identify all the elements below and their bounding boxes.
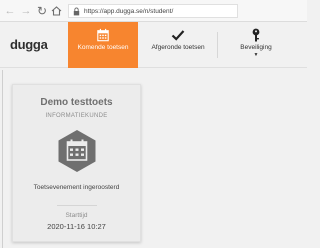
tab-security-label: Beveiliging bbox=[240, 44, 272, 51]
test-subject: INFORMATIEKUNDE bbox=[45, 113, 108, 119]
start-time-label: Starttijd bbox=[65, 212, 88, 219]
test-status: Toetsevenement ingeroosterd bbox=[33, 184, 120, 191]
divider bbox=[57, 205, 97, 206]
key-icon bbox=[252, 28, 260, 42]
chevron-down-icon: ▼ bbox=[253, 52, 259, 58]
app-header: dugga Komende toetsen Afgeronde toetsen bbox=[0, 22, 307, 68]
tab-completed-tests[interactable]: Afgeronde toetsen bbox=[140, 22, 216, 68]
forward-arrow-icon[interactable]: → bbox=[20, 3, 32, 19]
reload-icon[interactable]: ↻ bbox=[36, 3, 48, 19]
dugga-logo[interactable]: dugga bbox=[10, 37, 48, 52]
test-title: Demo testtoets bbox=[40, 97, 113, 108]
tab-security[interactable]: Beveiliging ▼ bbox=[218, 22, 294, 68]
calendar-icon bbox=[97, 28, 109, 42]
url-text: https://app.dugga.se/n/student/ bbox=[84, 8, 174, 15]
tab-upcoming-tests[interactable]: Komende toetsen bbox=[68, 22, 138, 68]
tab-completed-tests-label: Afgeronde toetsen bbox=[151, 44, 205, 51]
test-card[interactable]: Demo testtoets INFORMATIEKUNDE Toetseven… bbox=[12, 84, 141, 242]
tab-upcoming-tests-label: Komende toetsen bbox=[77, 44, 129, 51]
back-arrow-icon[interactable]: ← bbox=[4, 3, 16, 19]
lock-icon bbox=[73, 7, 80, 16]
browser-toolbar: ← → ↻ https://app.dugga.se/n/student/ bbox=[0, 0, 307, 22]
content-border bbox=[2, 70, 3, 248]
start-time-value: 2020-11-16 10:27 bbox=[47, 222, 106, 231]
checkmark-icon bbox=[171, 30, 185, 41]
home-icon[interactable] bbox=[51, 3, 63, 19]
address-bar[interactable]: https://app.dugga.se/n/student/ bbox=[68, 4, 238, 18]
calendar-icon bbox=[58, 130, 96, 172]
